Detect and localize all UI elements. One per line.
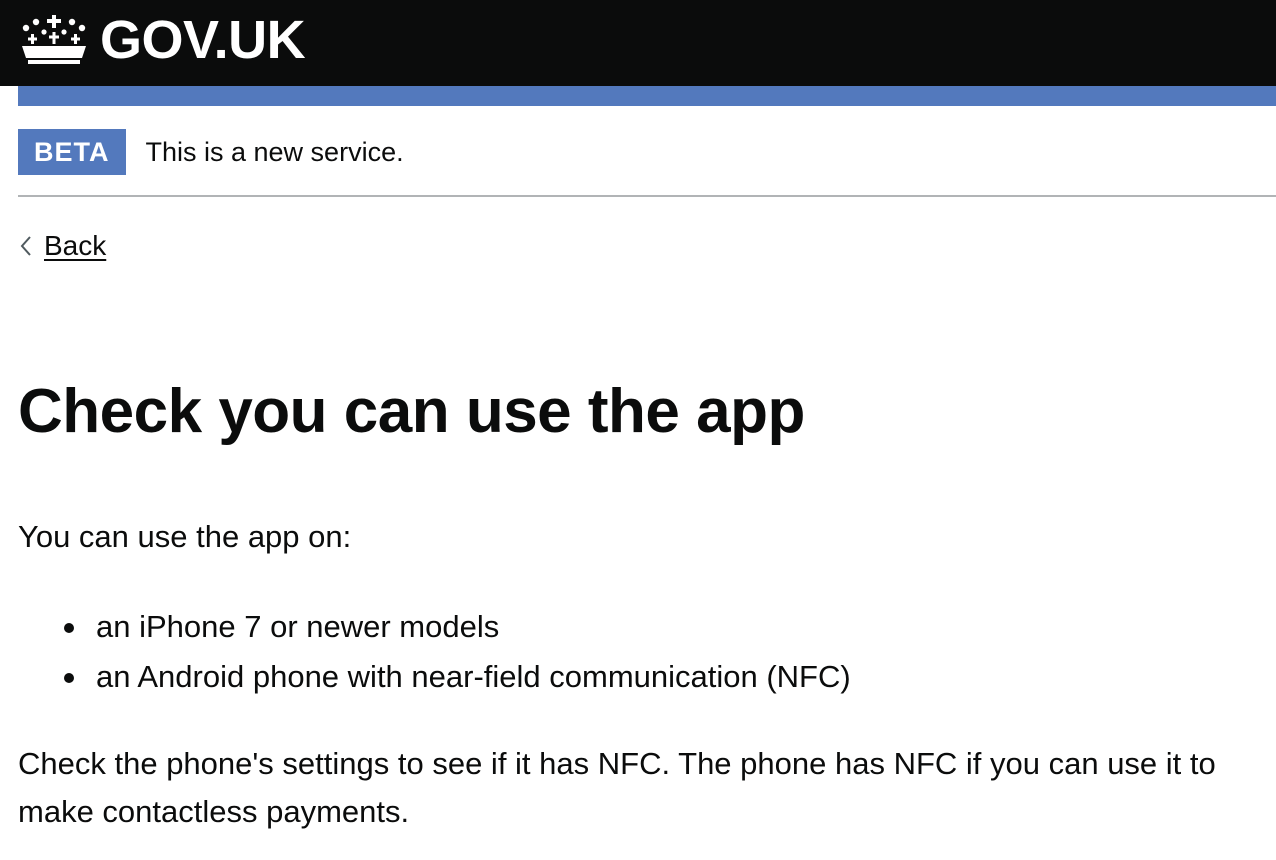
list-item-text: an Android phone with near-field communi… xyxy=(96,659,851,694)
header-accent-bar xyxy=(18,86,1276,106)
list-item-android: an Android phone with near-field communi… xyxy=(62,652,851,702)
phase-banner-text: This is a new service. xyxy=(145,136,404,167)
beta-tag: BETA xyxy=(18,129,126,175)
list-item-text: an iPhone 7 or newer models xyxy=(96,609,500,644)
phase-banner-divider xyxy=(18,195,1276,197)
nfc-check-paragraph: Check the phone's settings to see if it … xyxy=(18,746,1216,829)
bullet-icon xyxy=(64,673,74,683)
govuk-logo-link[interactable]: GOV.UK xyxy=(18,10,306,70)
chevron-left-icon xyxy=(20,236,31,256)
govuk-header: GOV.UK xyxy=(0,0,1276,86)
bullet-icon xyxy=(64,623,74,633)
crown-icon xyxy=(22,15,86,64)
phase-banner: BETA This is a new service. xyxy=(18,128,404,176)
page-title: Check you can use the app xyxy=(18,377,805,446)
list-item-iphone: an iPhone 7 or newer models xyxy=(62,602,851,652)
device-list: an iPhone 7 or newer models an Android p… xyxy=(62,602,851,702)
back-link-label: Back xyxy=(44,230,107,261)
intro-text: You can use the app on: xyxy=(18,519,352,554)
govuk-logotype: GOV.UK xyxy=(100,10,306,70)
back-link[interactable]: Back xyxy=(18,228,106,264)
